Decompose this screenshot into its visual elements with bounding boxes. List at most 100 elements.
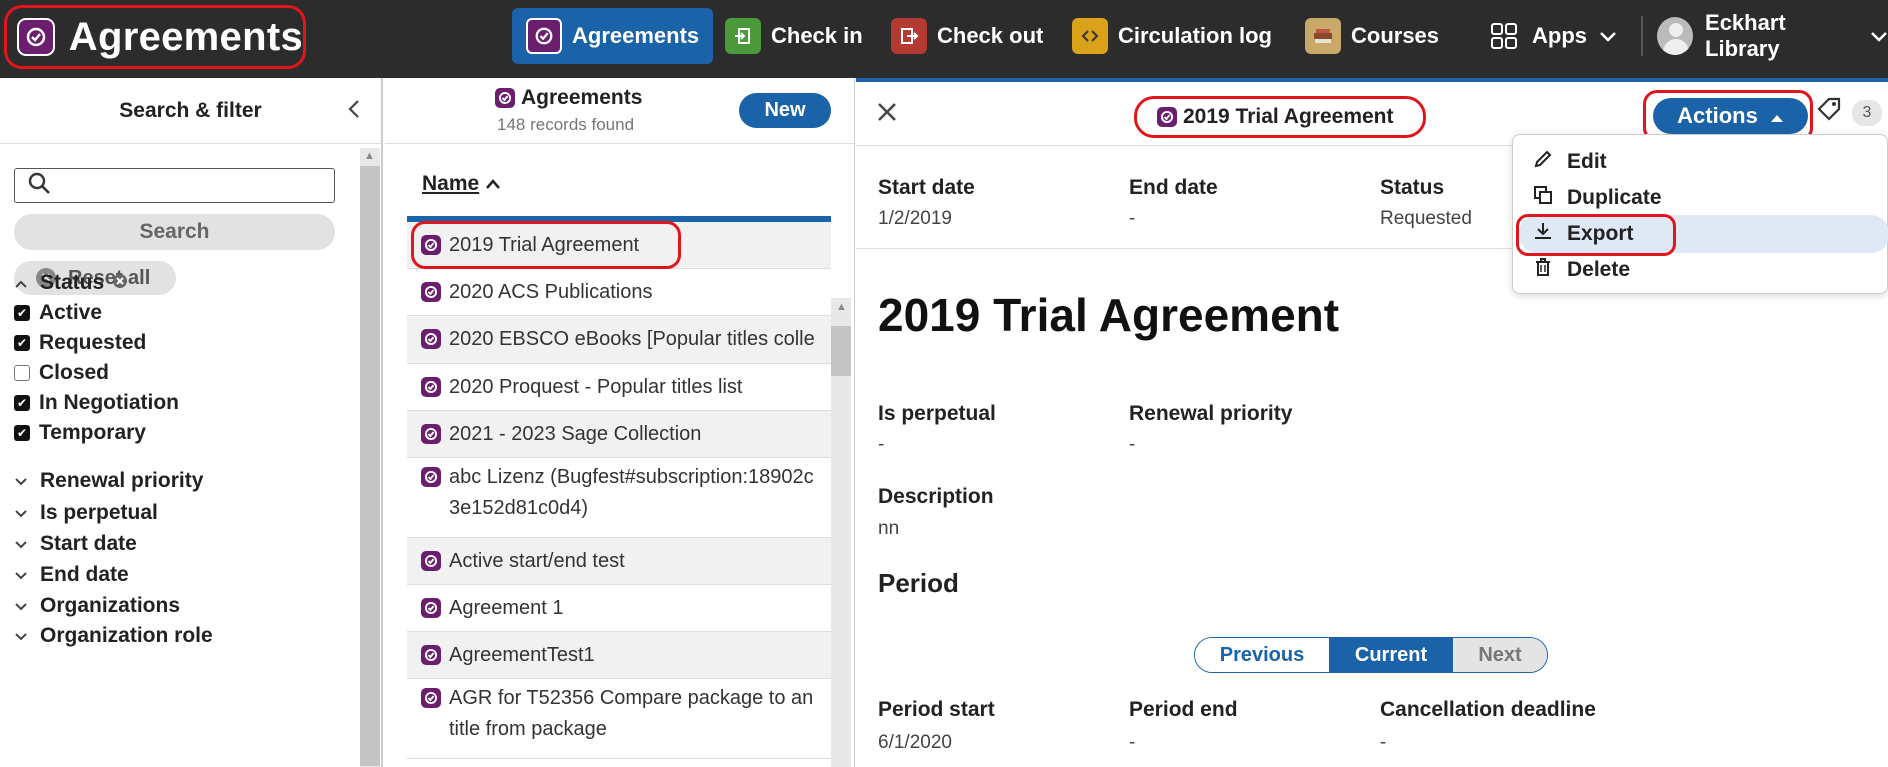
duplicate-icon (1533, 185, 1557, 211)
checkbox-label: Closed (39, 361, 110, 384)
actions-button[interactable]: Actions (1653, 98, 1808, 134)
filter-group-label: Renewal priority (40, 469, 204, 492)
period-next-button[interactable]: Next (1453, 638, 1547, 672)
renewal-priority-value: - (1129, 434, 1136, 455)
search-button[interactable]: Search (14, 214, 335, 250)
period-previous-button[interactable]: Previous (1195, 638, 1329, 672)
clear-filter-icon[interactable] (112, 271, 128, 295)
column-label: Name (422, 172, 480, 195)
scroll-up-icon[interactable]: ▲ (836, 301, 847, 313)
filter-scrollbar[interactable]: ▲ (360, 148, 380, 767)
pane-title: Search & filter (119, 98, 262, 122)
tags-button[interactable]: 3 (1816, 96, 1882, 129)
agreements-icon (495, 88, 515, 108)
new-button[interactable]: New (739, 93, 831, 128)
period-end-value: - (1129, 732, 1136, 753)
table-row[interactable]: 2020 ACS Publications (407, 269, 831, 316)
selected-row-highlight (411, 221, 681, 269)
table-row[interactable]: 2021 - 2023 Sage Collection (407, 411, 831, 458)
filter-group-organizations[interactable]: Organizations (14, 594, 180, 618)
status-checkbox-temporary[interactable]: ✔ Temporary (14, 421, 146, 445)
user-menu[interactable]: Eckhart Library (1657, 8, 1888, 64)
menu-item-label: Duplicate (1567, 186, 1662, 209)
record-title: 2019 Trial Agreement (1134, 96, 1426, 138)
table-row[interactable]: 2020 EBSCO eBooks [Popular titles colle (407, 316, 831, 364)
close-icon[interactable] (876, 94, 898, 131)
status-checkbox-in-negotiation[interactable]: ✔ In Negotiation (14, 391, 179, 415)
filter-group-is-perpetual[interactable]: Is perpetual (14, 501, 158, 525)
start-date-label: Start date (878, 176, 975, 199)
filter-group-start-date[interactable]: Start date (14, 532, 137, 556)
collapse-pane-icon[interactable] (347, 98, 361, 127)
end-date-label: End date (1129, 176, 1218, 199)
menu-item-edit[interactable]: Edit (1533, 149, 1607, 175)
search-input[interactable] (14, 168, 335, 203)
filter-group-label: Status (40, 271, 105, 294)
status-checkbox-active[interactable]: ✔ Active (14, 301, 102, 325)
filter-group-label: Start date (40, 532, 137, 555)
filter-group-label: Organizations (40, 594, 181, 617)
tag-icon (1816, 96, 1842, 129)
scroll-up-icon[interactable]: ▲ (364, 150, 375, 162)
chevron-down-icon (14, 503, 34, 524)
cancellation-deadline-label: Cancellation deadline (1380, 698, 1596, 721)
checkbox-label: Requested (39, 331, 147, 354)
results-title: Agreements (495, 86, 642, 110)
results-scrollbar[interactable]: ▲ (831, 298, 851, 767)
table-row[interactable]: Active start/end test (407, 538, 831, 585)
filter-group-status[interactable]: Status (14, 271, 128, 295)
table-row[interactable]: abc Lizenz (Bugfest#subscription:18902c … (407, 458, 831, 538)
agreements-icon (421, 688, 441, 708)
nav-label: Check out (937, 23, 1044, 48)
is-perpetual-value: - (878, 434, 885, 455)
results-title-text: Agreements (521, 86, 643, 109)
nav-agreements[interactable]: Agreements (512, 8, 714, 64)
table-row[interactable]: Agreement 1 (407, 585, 831, 632)
agreements-icon (1157, 107, 1177, 127)
nav-label: Check in (771, 23, 863, 48)
period-start-value: 6/1/2020 (878, 732, 952, 753)
row-name: Agreement 1 (449, 597, 564, 619)
period-current-button[interactable]: Current (1329, 638, 1453, 672)
scrollbar-thumb[interactable] (360, 166, 380, 766)
nav-check-out[interactable]: Check out (891, 8, 1043, 64)
nav-circulation-log[interactable]: Circulation log (1072, 8, 1272, 64)
status-checkbox-requested[interactable]: ✔ Requested (14, 331, 146, 355)
chevron-down-icon (14, 471, 34, 492)
menu-item-label: Edit (1567, 150, 1607, 173)
records-count: 148 records found (497, 115, 635, 134)
table-row[interactable]: AgreementTest1 (407, 632, 831, 679)
checkbox-checked-icon: ✔ (14, 335, 30, 351)
apps-grid-icon (1486, 18, 1522, 54)
record-heading: 2019 Trial Agreement (878, 289, 1340, 341)
courses-icon (1305, 18, 1341, 54)
chevron-up-icon (14, 273, 34, 294)
app-title[interactable]: Agreements (4, 5, 306, 69)
chevron-down-icon (14, 626, 34, 647)
cancellation-deadline-value: - (1380, 732, 1387, 753)
pencil-icon (1533, 149, 1557, 175)
menu-item-delete[interactable]: Delete (1533, 257, 1630, 283)
period-switcher: Previous Current Next (1194, 637, 1548, 673)
record-title-text: 2019 Trial Agreement (1183, 105, 1394, 128)
filter-group-organization-role[interactable]: Organization role (14, 624, 213, 648)
app-title-text: Agreements (68, 14, 303, 59)
menu-item-duplicate[interactable]: Duplicate (1533, 185, 1662, 211)
scrollbar-thumb[interactable] (831, 326, 851, 376)
status-checkbox-closed[interactable]: Closed (14, 361, 109, 385)
filter-group-renewal-priority[interactable]: Renewal priority (14, 469, 203, 493)
menu-item-label: Delete (1567, 258, 1631, 281)
nav-apps[interactable]: Apps (1486, 8, 1617, 64)
filter-group-end-date[interactable]: End date (14, 563, 129, 587)
top-navigation-bar: Agreements Agreements Check in Check out… (0, 0, 1888, 78)
row-name: 2020 ACS Publications (449, 281, 653, 303)
agreements-icon (17, 18, 55, 56)
checkbox-label: Active (39, 301, 103, 324)
status-value: Requested (1380, 208, 1472, 229)
checkbox-unchecked-icon (14, 365, 30, 381)
name-column-header[interactable]: Name (422, 172, 501, 196)
nav-courses[interactable]: Courses (1305, 8, 1439, 64)
nav-check-in[interactable]: Check in (725, 8, 863, 64)
table-row[interactable]: AGR for T52356 Compare package to an tit… (407, 679, 831, 759)
table-row[interactable]: 2020 Proquest - Popular titles list (407, 364, 831, 411)
